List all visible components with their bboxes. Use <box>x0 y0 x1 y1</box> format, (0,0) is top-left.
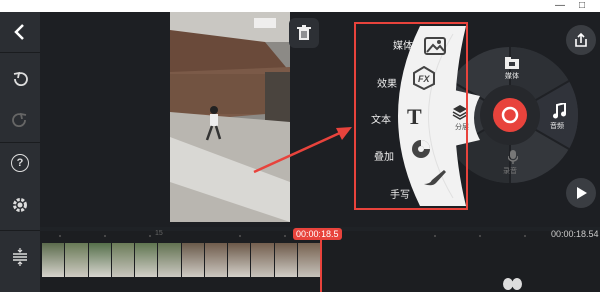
help-button[interactable]: ? <box>0 143 40 183</box>
left-toolbar: ? <box>0 12 40 292</box>
undo-icon <box>13 71 28 87</box>
playhead[interactable] <box>320 232 322 292</box>
back-button[interactable] <box>0 12 40 52</box>
timeline-ruler <box>59 235 286 237</box>
redo-button[interactable] <box>0 100 40 140</box>
align-icon <box>13 248 27 266</box>
trash-icon <box>297 25 311 40</box>
video-clip-track[interactable] <box>42 243 320 277</box>
timeline-ruler-right <box>434 235 526 237</box>
playhead-time: 00:00:18.5 <box>293 228 342 240</box>
media-folder-icon[interactable] <box>505 57 519 69</box>
video-preview <box>170 12 290 222</box>
delete-button[interactable] <box>289 18 319 48</box>
timeline-edge-icon <box>503 278 522 290</box>
record-capture-button[interactable] <box>493 98 527 132</box>
maximize-button[interactable]: □ <box>574 0 590 12</box>
play-icon <box>577 187 587 199</box>
minimize-button[interactable]: — <box>552 0 568 12</box>
undo-button[interactable] <box>0 59 40 99</box>
music-note-icon[interactable] <box>552 103 566 119</box>
total-duration: 00:00:18.54 <box>551 229 599 239</box>
video-frame-image <box>170 12 290 222</box>
timeline-expand-button[interactable] <box>0 237 40 277</box>
divider <box>0 230 40 231</box>
highlight-box <box>354 22 468 210</box>
window-titlebar: — □ <box>0 0 600 12</box>
wheel-audio-label: 音频 <box>550 123 564 130</box>
divider <box>0 52 40 53</box>
settings-button[interactable] <box>0 185 40 225</box>
redo-icon <box>12 112 27 128</box>
gear-icon <box>13 198 27 212</box>
annotation-arrow <box>253 127 352 174</box>
wheel-media-label: 媒体 <box>505 73 519 80</box>
wheel-record-label: 录音 <box>503 168 517 175</box>
chevron-left-icon <box>14 24 24 40</box>
help-icon: ? <box>11 154 29 172</box>
microphone-icon[interactable] <box>508 150 518 164</box>
